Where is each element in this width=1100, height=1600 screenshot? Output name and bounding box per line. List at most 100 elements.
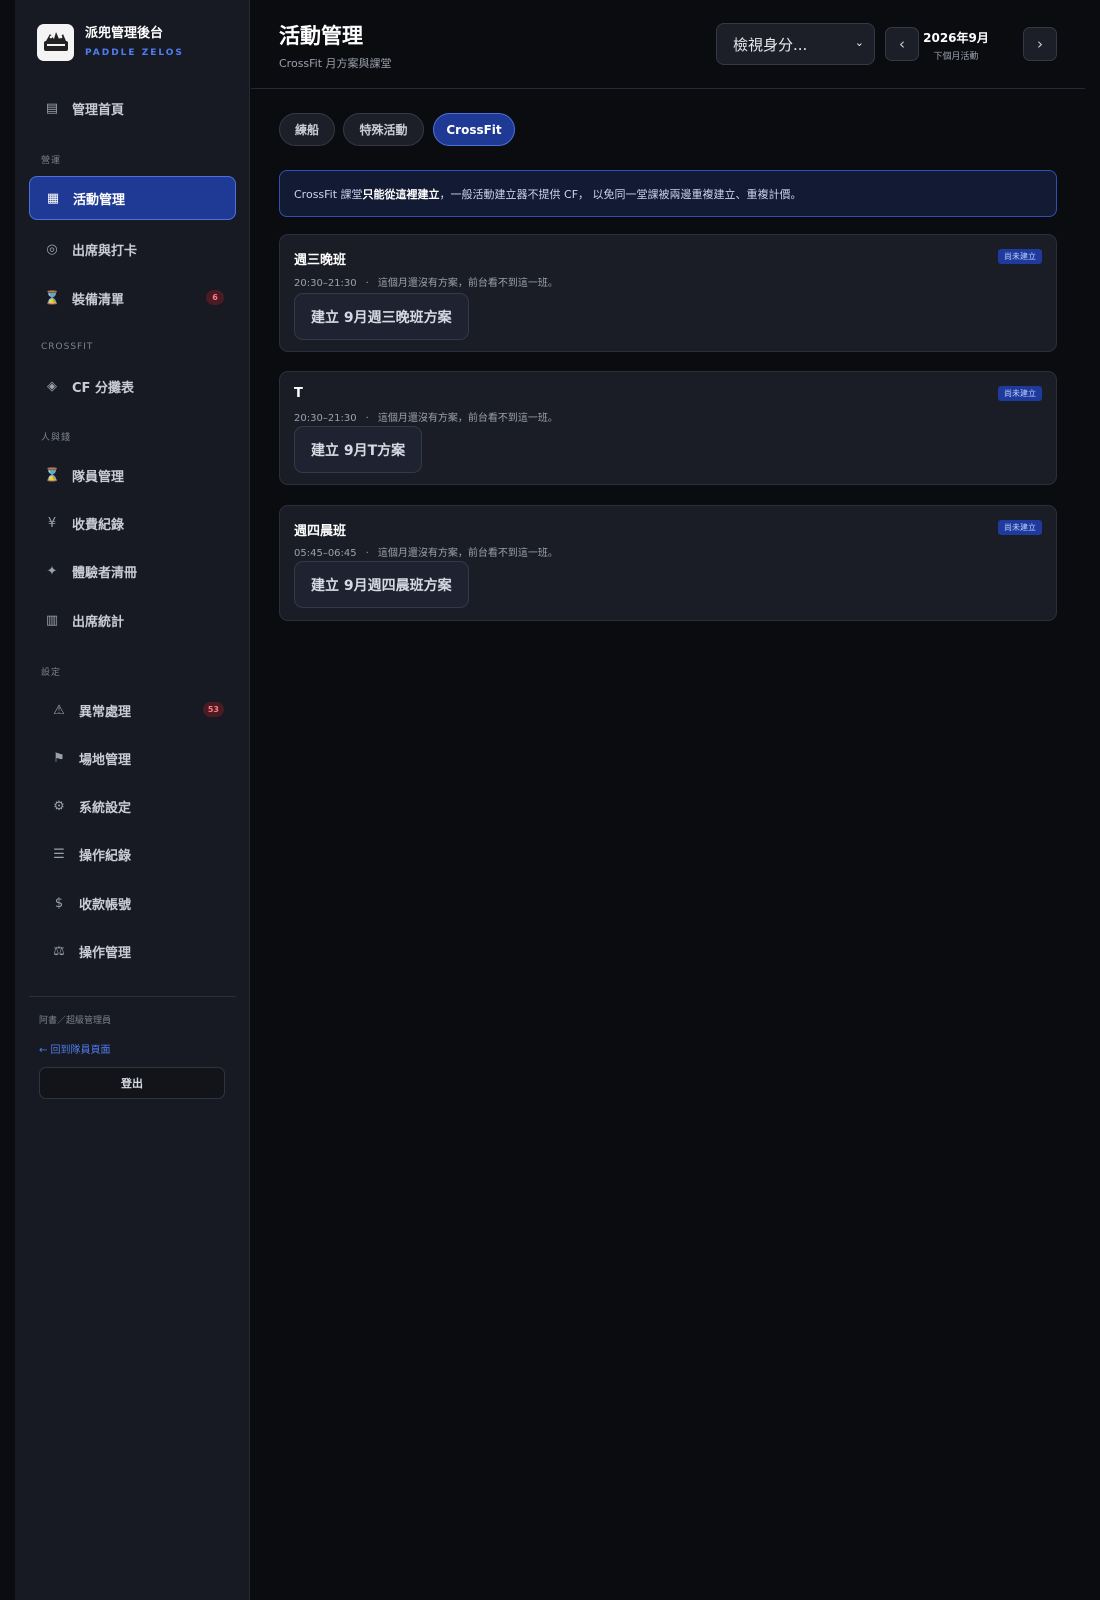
sidebar-item-system-settings[interactable]: ⚙ 系統設定	[29, 784, 236, 828]
sparkle-icon: ✦	[46, 563, 58, 579]
window-edge	[0, 0, 15, 1600]
brand[interactable]: 派兜管理後台 PADDLE ZELOS	[37, 24, 184, 61]
page-title: 活動管理	[279, 24, 363, 48]
sidebar-item-exceptions[interactable]: ⚠ 異常處理 53	[29, 688, 236, 732]
current-user: 阿書／超級管理員	[39, 1016, 112, 1026]
separator-dot: ·	[365, 278, 369, 289]
class-note: 這個月還沒有方案，前台看不到這一班。	[377, 278, 558, 289]
sidebar-item-venues[interactable]: ⚑ 場地管理	[29, 736, 236, 780]
class-meta: 20:30–21:30 · 這個月還沒有方案，前台看不到這一班。	[294, 274, 558, 289]
sidebar-item-payment-accounts[interactable]: $ 收款帳號	[29, 881, 236, 925]
diamond-icon: ◈	[47, 378, 57, 394]
count-badge: 6	[206, 290, 224, 305]
status-badge: 尚未建立	[998, 249, 1042, 264]
crossfit-notice: CrossFit 課堂 只能從這裡建立 ，一般活動建立器不提供 CF， 以免同一堂課…	[279, 170, 1057, 217]
sidebar-item-label: 出席統計	[72, 614, 125, 630]
sidebar-item-trial-list[interactable]: ✦ 體驗者清冊	[29, 549, 236, 593]
sidebar-item-label: 收款帳號	[79, 897, 132, 913]
sidebar-item-equipment[interactable]: ⌛ 裝備清單 6	[29, 276, 236, 320]
logout-button[interactable]: 登出	[39, 1067, 225, 1099]
sidebar-item-label: 管理首頁	[72, 102, 125, 118]
hourglass-icon: ⌛	[44, 290, 61, 306]
flag-icon: ⚑	[53, 750, 65, 766]
next-month-button[interactable]: ›	[1023, 27, 1057, 61]
sidebar-item-label: 活動管理	[73, 192, 126, 208]
sidebar-item-label: 裝備清單	[72, 292, 125, 308]
back-to-member-link[interactable]: ← 回到隊員頁面	[39, 1041, 111, 1056]
sidebar-item-cf-split[interactable]: ◈ CF 分攤表	[29, 364, 236, 408]
main-content: 活動管理 CrossFit 月方案與課堂 檢視身分... ⌄ ‹ 2026年9月…	[251, 0, 1085, 1600]
sidebar-item-activities[interactable]: ▦ 活動管理	[29, 176, 236, 220]
sidebar-item-label: 操作管理	[79, 945, 132, 961]
grid-icon: ▦	[46, 190, 60, 206]
class-title: 週三晚班	[294, 253, 347, 268]
tab-special-events[interactable]: 特殊活動	[343, 113, 424, 146]
tab-boats[interactable]: 練船	[279, 113, 335, 146]
class-meta: 05:45–06:45 · 這個月還沒有方案，前台看不到這一班。	[294, 544, 558, 559]
notice-suffix: ，一般活動建立器不提供 CF， 以免同一堂課被兩邊重複建立、重複計價。	[439, 187, 802, 201]
header-divider	[251, 88, 1085, 89]
current-month: 2026年9月	[923, 31, 989, 45]
status-badge: 尚未建立	[998, 520, 1042, 535]
sidebar-item-label: 出席與打卡	[72, 243, 138, 259]
class-title: T	[294, 386, 303, 401]
month-display: 2026年9月 下個月活動	[913, 29, 999, 62]
sidebar-item-label: 操作紀錄	[79, 848, 132, 864]
dollar-icon: $	[54, 895, 64, 911]
warning-icon: ⚠	[53, 702, 65, 718]
sidebar-item-operation-management[interactable]: ⚖ 操作管理	[29, 929, 236, 973]
sidebar-item-home[interactable]: ▤ 管理首頁	[29, 86, 236, 130]
class-card: T 尚未建立 20:30–21:30 · 這個月還沒有方案，前台看不到這一班。 建立…	[279, 371, 1057, 485]
identity-select[interactable]: 檢視身分... ⌄	[716, 23, 875, 65]
section-label-people: 人與錢	[41, 433, 72, 443]
section-label-ops: 營運	[41, 156, 62, 166]
paddle-logo-icon	[37, 24, 74, 61]
list-icon: ▤	[45, 100, 59, 116]
class-card: 週三晚班 尚未建立 20:30–21:30 · 這個月還沒有方案，前台看不到這一班。…	[279, 234, 1057, 352]
sidebar-item-members[interactable]: ⌛ 隊員管理	[29, 453, 236, 497]
sidebar-item-operation-log[interactable]: ☰ 操作紀錄	[29, 832, 236, 876]
sidebar: 派兜管理後台 PADDLE ZELOS ▤ 管理首頁 營運 ▦ 活動管理 ◎ 出…	[15, 0, 250, 1600]
month-note: 下個月活動	[933, 52, 979, 62]
section-label-crossfit: CROSSFIT	[41, 342, 94, 352]
sidebar-item-label: 異常處理	[79, 704, 132, 720]
create-plan-button[interactable]: 建立 9月T方案	[294, 426, 423, 473]
sidebar-item-attendance[interactable]: ◎ 出席與打卡	[29, 227, 236, 271]
sidebar-item-payments[interactable]: ¥ 收費紀錄	[29, 501, 236, 545]
class-note: 這個月還沒有方案，前台看不到這一班。	[377, 548, 558, 559]
yen-icon: ¥	[47, 515, 57, 531]
menu-lines-icon: ☰	[53, 846, 65, 862]
chevron-down-icon: ⌄	[854, 36, 864, 49]
separator-dot: ·	[365, 413, 369, 424]
sidebar-item-label: 隊員管理	[72, 469, 125, 485]
page-subtitle: CrossFit 月方案與課堂	[279, 57, 392, 70]
sidebar-item-label: 系統設定	[79, 800, 132, 816]
create-plan-button[interactable]: 建立 9月週四晨班方案	[294, 561, 469, 608]
brand-title: 派兜管理後台	[85, 25, 164, 41]
chevron-left-icon: ‹	[899, 35, 905, 53]
target-icon: ◎	[46, 241, 58, 257]
sidebar-item-attendance-stats[interactable]: ▥ 出席統計	[29, 598, 236, 642]
class-time: 20:30–21:30	[294, 413, 357, 424]
sidebar-item-label: 場地管理	[79, 752, 132, 768]
tab-crossfit[interactable]: CrossFit	[433, 113, 515, 146]
count-badge: 53	[202, 702, 224, 717]
class-time: 20:30–21:30	[294, 278, 357, 289]
status-badge: 尚未建立	[998, 386, 1042, 401]
separator-dot: ·	[365, 548, 369, 559]
brand-subtitle: PADDLE ZELOS	[85, 47, 184, 58]
class-title: 週四晨班	[294, 524, 347, 539]
class-note: 這個月還沒有方案，前台看不到這一班。	[377, 413, 558, 424]
notice-emphasis: 只能從這裡建立	[362, 187, 440, 201]
class-card: 週四晨班 尚未建立 05:45–06:45 · 這個月還沒有方案，前台看不到這一班。…	[279, 505, 1057, 621]
sidebar-item-label: CF 分攤表	[72, 380, 134, 396]
sidebar-item-label: 體驗者清冊	[72, 565, 138, 581]
identity-select-value: 檢視身分...	[733, 35, 808, 54]
section-label-settings: 設定	[41, 668, 62, 678]
sidebar-item-label: 收費紀錄	[72, 517, 125, 533]
gear-icon: ⚙	[53, 798, 65, 814]
hourglass-icon: ⌛	[44, 467, 61, 483]
create-plan-button[interactable]: 建立 9月週三晚班方案	[294, 293, 469, 340]
class-time: 05:45–06:45	[294, 548, 357, 559]
scale-icon: ⚖	[53, 943, 65, 959]
